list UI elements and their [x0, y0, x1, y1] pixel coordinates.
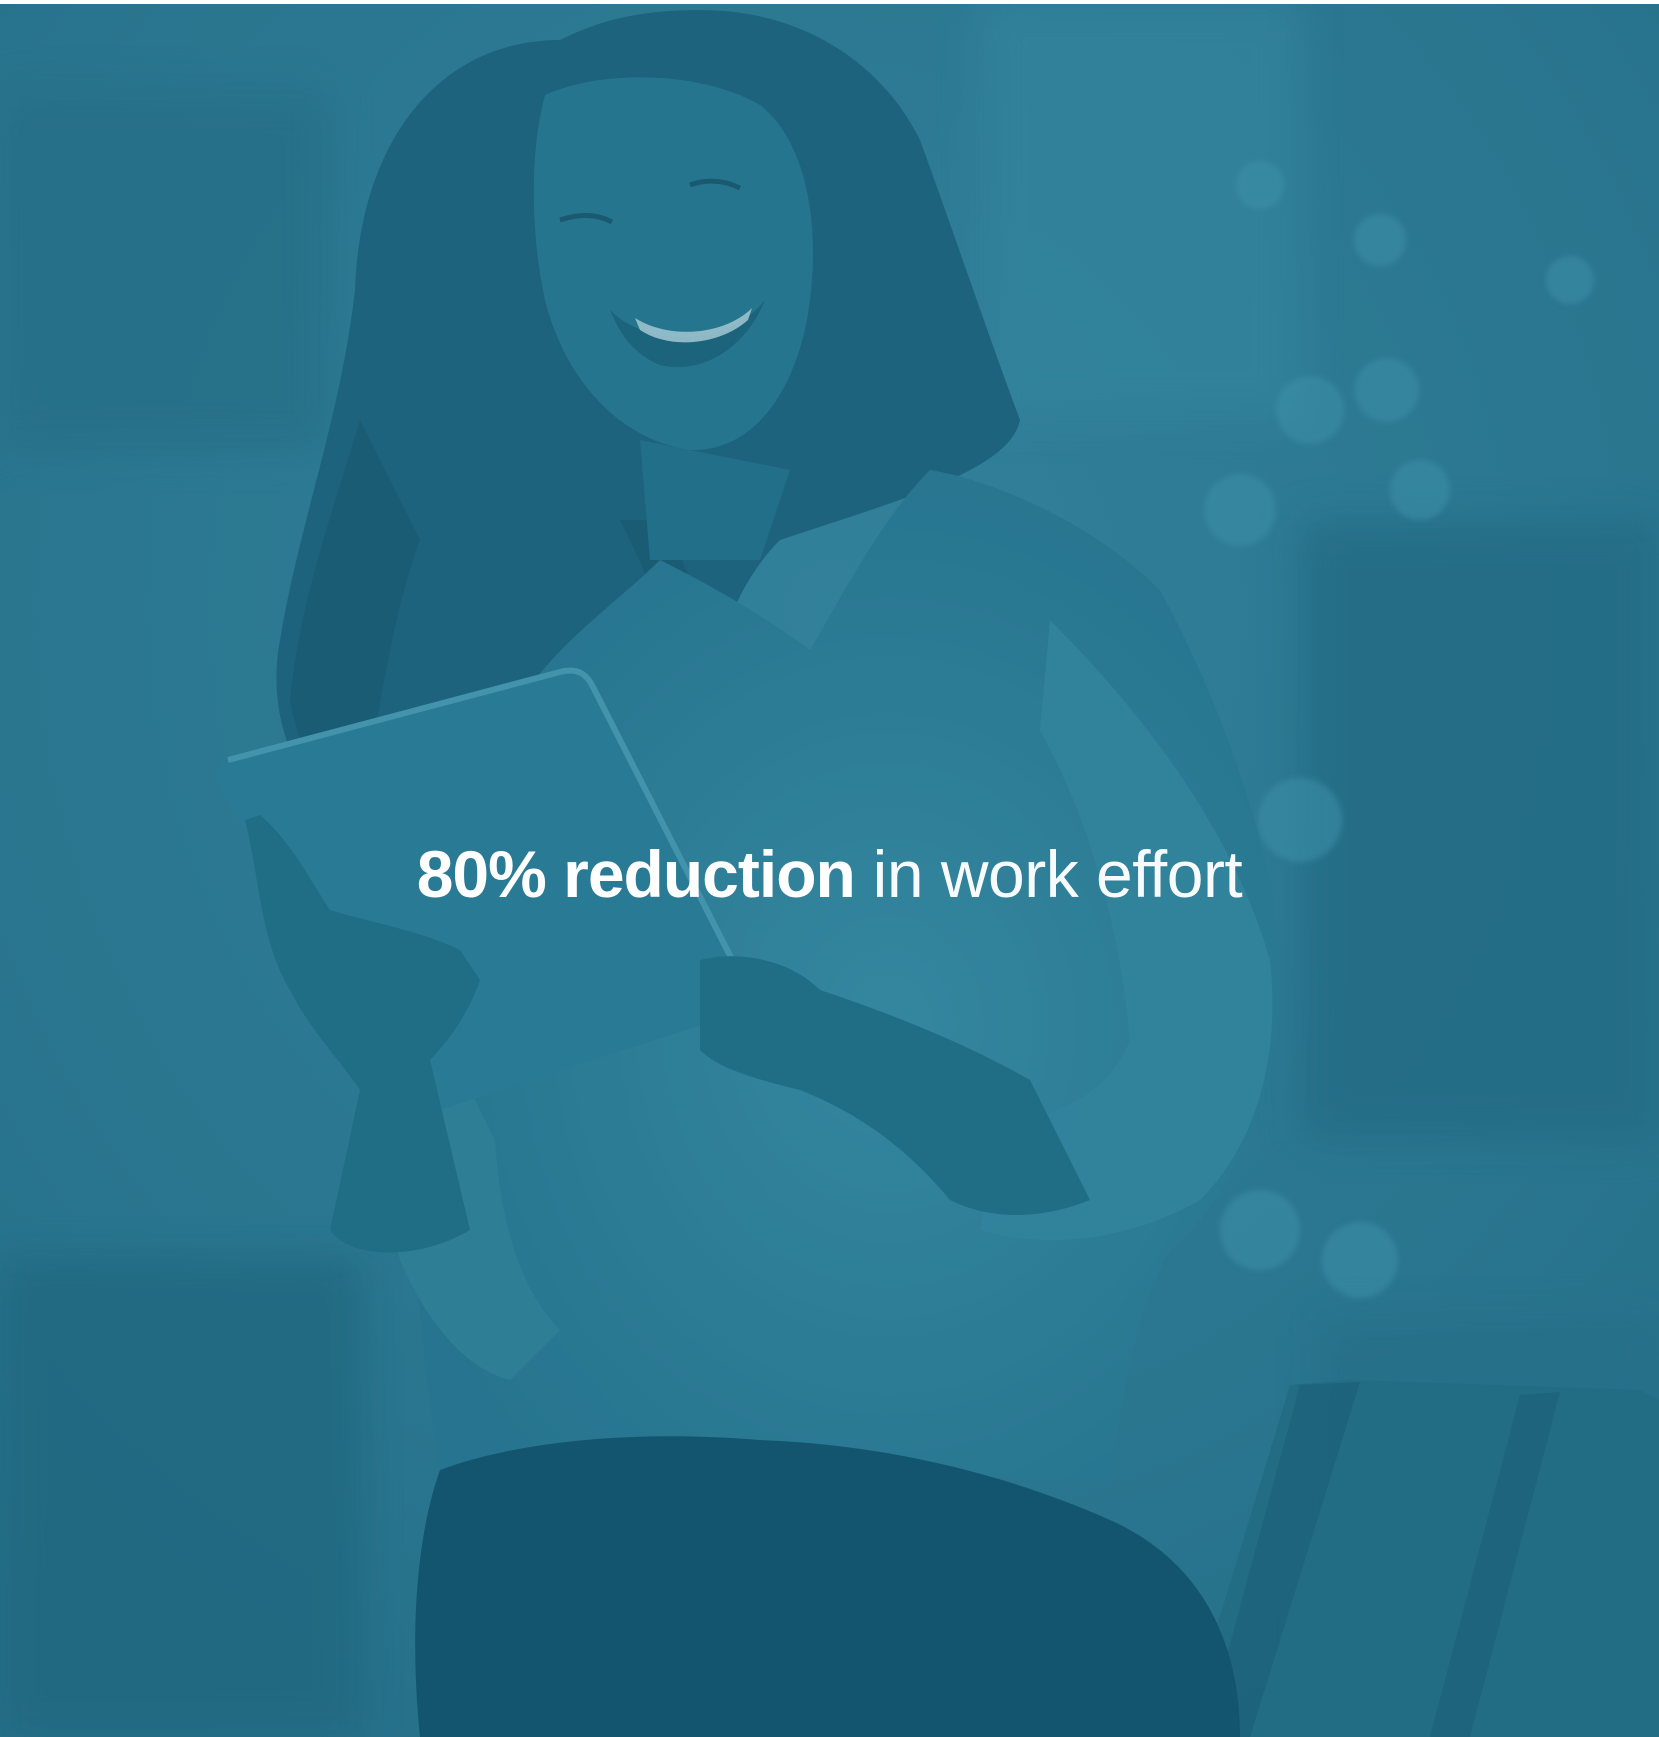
- headline-rest: in work effort: [854, 837, 1243, 911]
- hero-banner: 80% reduction in work effort: [0, 0, 1659, 1737]
- headline-emphasis: 80% reduction: [416, 837, 856, 911]
- headline: 80% reduction in work effort: [0, 832, 1659, 916]
- top-edge: [0, 0, 1659, 4]
